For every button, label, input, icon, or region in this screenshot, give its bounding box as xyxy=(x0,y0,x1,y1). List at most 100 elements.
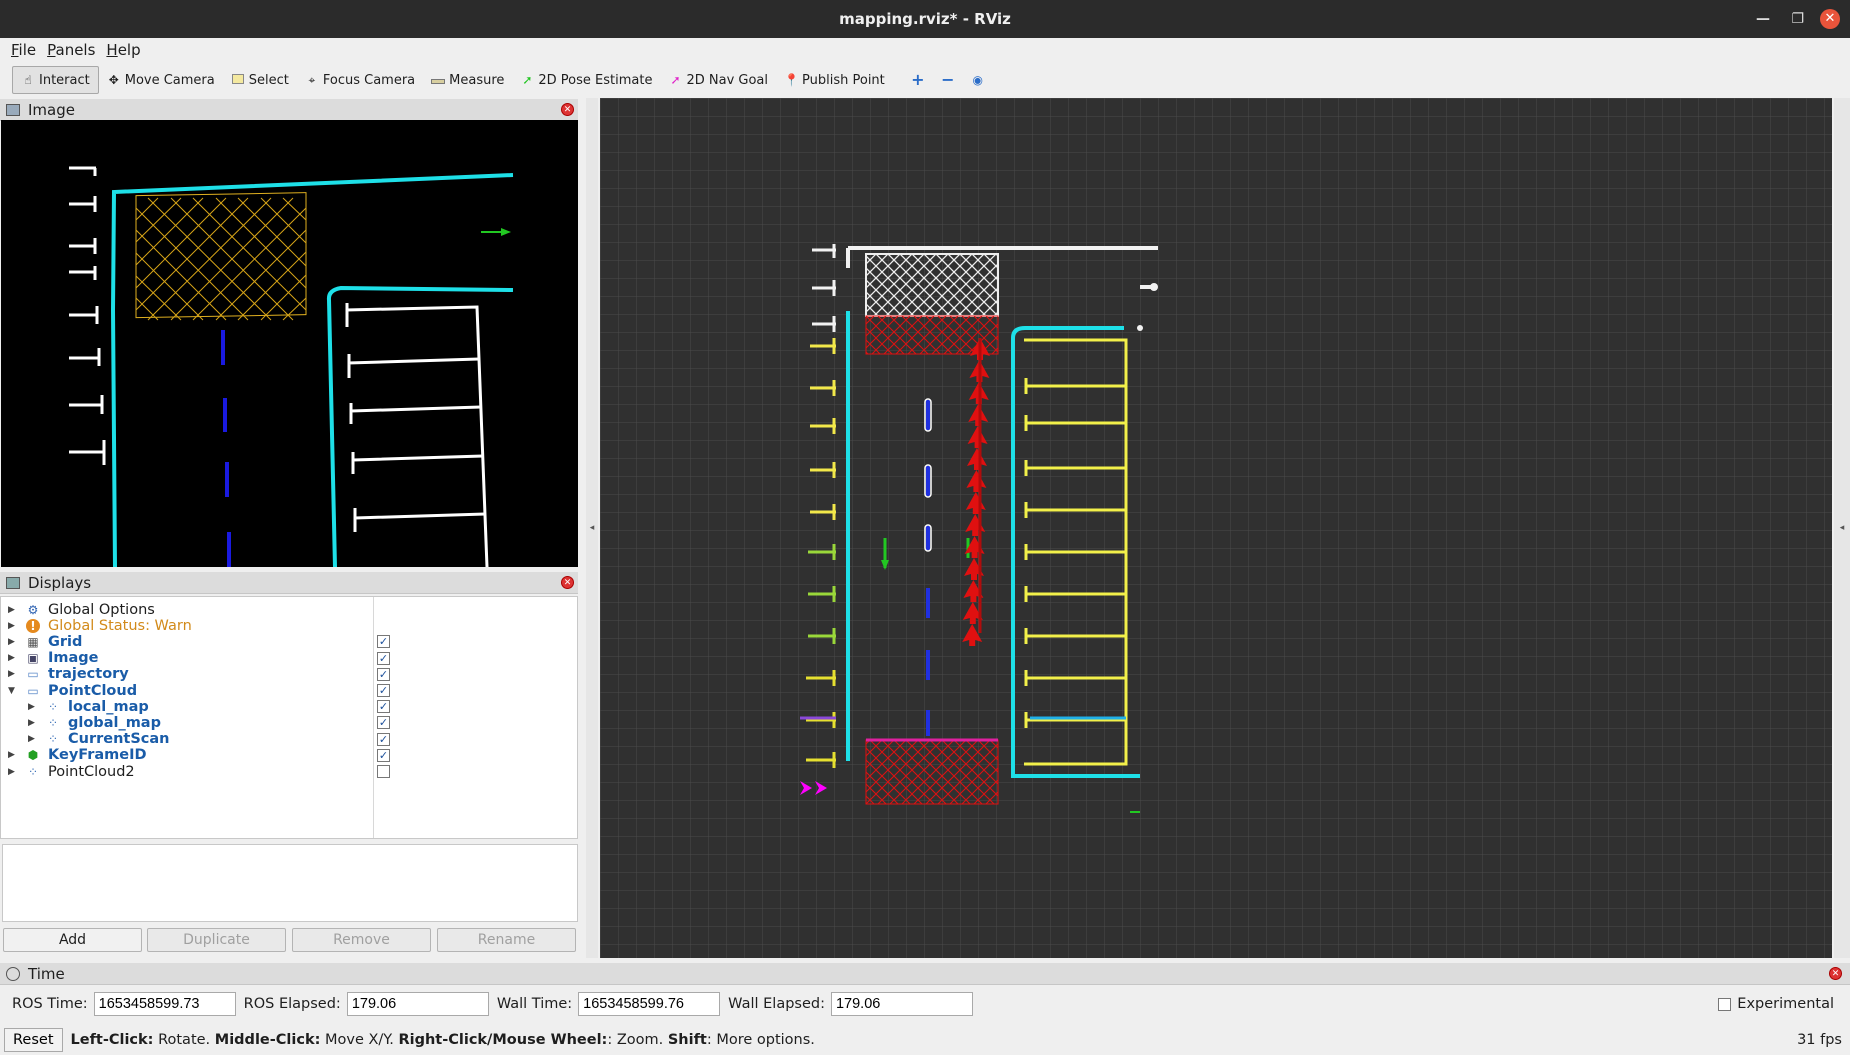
maximize-icon[interactable]: ❐ xyxy=(1791,0,1804,38)
pin-icon: 📍 xyxy=(784,73,799,87)
tool-toolbar: ☝ Interact ✥ Move Camera Select ⌖ Focus … xyxy=(0,62,1850,98)
display-enabled-checkbox[interactable]: ✓ xyxy=(377,732,390,746)
status-bar: Reset Left-Click: Rotate. Middle-Click: … xyxy=(0,1024,1850,1055)
expand-arrow-icon[interactable]: ▶ xyxy=(8,750,15,760)
ros-elapsed-field[interactable] xyxy=(346,992,489,1016)
close-image-panel-icon[interactable]: ✕ xyxy=(561,103,574,116)
ros-elapsed-label: ROS Elapsed: xyxy=(243,996,341,1012)
time-panel-title: Time xyxy=(28,964,65,983)
display-label: Global Options xyxy=(48,601,155,618)
green-arrow-icon: ➚ xyxy=(522,73,533,87)
crosshair-icon: ⌖ xyxy=(308,73,316,87)
tool-2d-pose-estimate[interactable]: ➚ 2D Pose Estimate xyxy=(512,66,660,94)
menu-help[interactable]: Help xyxy=(106,41,140,59)
tool-2d-nav-goal[interactable]: ➚ 2D Nav Goal xyxy=(660,66,776,94)
displays-tree: ▶ ⚙ Global Options ▶! Global Status: Warn ▶ ▦ G… xyxy=(0,596,578,839)
magenta-arrow-icon: ➚ xyxy=(670,73,681,87)
marker-icon: ⬢ xyxy=(27,748,39,763)
display-label: Global Status: Warn xyxy=(48,617,192,634)
close-displays-panel-icon[interactable]: ✕ xyxy=(561,576,574,589)
wall-time-field[interactable] xyxy=(578,992,721,1016)
pointcloud-icon: ⁘ xyxy=(47,699,59,714)
add-tool-button[interactable]: + xyxy=(903,66,933,94)
close-time-panel-icon[interactable]: ✕ xyxy=(1829,967,1842,980)
wall-elapsed-label: Wall Elapsed: xyxy=(728,996,825,1012)
select-box-icon xyxy=(231,73,245,87)
folder-icon: ▭ xyxy=(27,667,39,682)
display-description-box xyxy=(2,844,578,922)
reset-button[interactable]: Reset xyxy=(4,1027,63,1052)
tool-interact[interactable]: ☝ Interact xyxy=(12,66,99,94)
collapse-arrow-icon[interactable]: ▼ xyxy=(8,686,15,696)
expand-arrow-icon[interactable]: ▶ xyxy=(8,637,15,647)
status-hint: Left-Click: Rotate. Middle-Click: Move X… xyxy=(70,1031,815,1048)
expand-arrow-icon[interactable]: ▶ xyxy=(28,702,35,712)
display-enabled-checkbox[interactable] xyxy=(377,765,390,778)
display-enabled-checkbox[interactable]: ✓ xyxy=(377,651,390,665)
display-label: PointCloud xyxy=(48,682,138,699)
expand-arrow-icon[interactable]: ▶ xyxy=(8,621,15,631)
wall-elapsed-field[interactable] xyxy=(830,992,973,1016)
display-enabled-checkbox[interactable]: ✓ xyxy=(377,684,390,697)
display-label: global_map xyxy=(68,714,161,731)
menu-panels[interactable]: Panels xyxy=(47,41,95,59)
expand-arrow-icon[interactable]: ▶ xyxy=(8,653,15,663)
expand-arrow-icon[interactable]: ▶ xyxy=(28,718,35,728)
image-icon: ▣ xyxy=(27,651,39,666)
experimental-checkbox[interactable] xyxy=(1718,997,1732,1011)
tool-select[interactable]: Select xyxy=(223,66,297,94)
expand-arrow-icon[interactable]: ▶ xyxy=(28,734,35,744)
monitor-icon xyxy=(6,576,20,589)
camera-image-view[interactable] xyxy=(1,120,578,567)
remove-display-button[interactable]: Remove xyxy=(292,928,431,952)
ros-time-field[interactable] xyxy=(93,992,236,1016)
view-options-button[interactable]: ◉ xyxy=(963,66,993,94)
wall-time-label: Wall Time: xyxy=(496,996,573,1012)
rename-display-button[interactable]: Rename xyxy=(437,928,576,952)
display-enabled-checkbox[interactable]: ✓ xyxy=(377,635,390,649)
display-enabled-checkbox[interactable]: ✓ xyxy=(377,716,390,730)
remove-tool-button[interactable]: − xyxy=(933,66,963,94)
minimize-icon[interactable]: — xyxy=(1756,0,1770,38)
display-enabled-checkbox[interactable]: ✓ xyxy=(377,667,390,681)
image-panel-title: Image xyxy=(28,100,75,119)
plus-icon: + xyxy=(911,70,925,89)
add-display-button[interactable]: Add xyxy=(3,928,142,952)
display-label: trajectory xyxy=(48,666,129,683)
expand-arrow-icon[interactable]: ▶ xyxy=(8,767,15,777)
time-panel-header: Time ✕ xyxy=(0,963,1850,985)
expand-arrow-icon[interactable]: ▶ xyxy=(8,605,15,615)
display-label: local_map xyxy=(68,698,149,715)
close-window-icon[interactable]: ✕ xyxy=(1820,9,1840,29)
window-title: mapping.rviz* - RViz xyxy=(839,10,1011,28)
tool-move-camera[interactable]: ✥ Move Camera xyxy=(99,66,223,94)
experimental-label: Experimental xyxy=(1737,996,1834,1012)
hand-icon: ☝ xyxy=(24,73,32,87)
displays-panel-title: Displays xyxy=(28,573,92,592)
displays-panel-header: Displays ✕ xyxy=(0,572,578,594)
ruler-icon xyxy=(431,73,446,87)
display-enabled-checkbox[interactable]: ✓ xyxy=(377,748,390,762)
tool-measure[interactable]: Measure xyxy=(423,66,512,94)
display-label: KeyFrameID xyxy=(48,747,147,764)
tool-publish-point[interactable]: 📍 Publish Point xyxy=(776,66,893,94)
display-enabled-checkbox[interactable]: ✓ xyxy=(377,700,390,714)
image-icon xyxy=(6,103,20,116)
display-label: PointCloud2 xyxy=(48,763,135,780)
left-splitter-handle[interactable]: ◂ xyxy=(586,98,598,958)
image-panel-header: Image ✕ xyxy=(0,99,578,121)
duplicate-display-button[interactable]: Duplicate xyxy=(147,928,286,952)
pointcloud-icon: ⁘ xyxy=(27,764,39,779)
display-row-pointcloud2[interactable]: ▶ ⁘ PointCloud2 xyxy=(1,762,577,781)
menu-bar: File Panels Help xyxy=(0,38,1850,62)
menu-file[interactable]: File xyxy=(11,41,36,59)
folder-icon: ▭ xyxy=(27,683,39,698)
pointcloud-icon: ⁘ xyxy=(47,732,59,747)
tool-focus-camera[interactable]: ⌖ Focus Camera xyxy=(297,66,423,94)
3d-render-view[interactable] xyxy=(600,98,1832,958)
ros-time-label: ROS Time: xyxy=(12,996,88,1012)
pointcloud-icon: ⁘ xyxy=(47,715,59,730)
right-splitter-handle[interactable]: ◂ xyxy=(1834,98,1850,958)
display-label: CurrentScan xyxy=(68,731,170,748)
expand-arrow-icon[interactable]: ▶ xyxy=(8,669,15,679)
